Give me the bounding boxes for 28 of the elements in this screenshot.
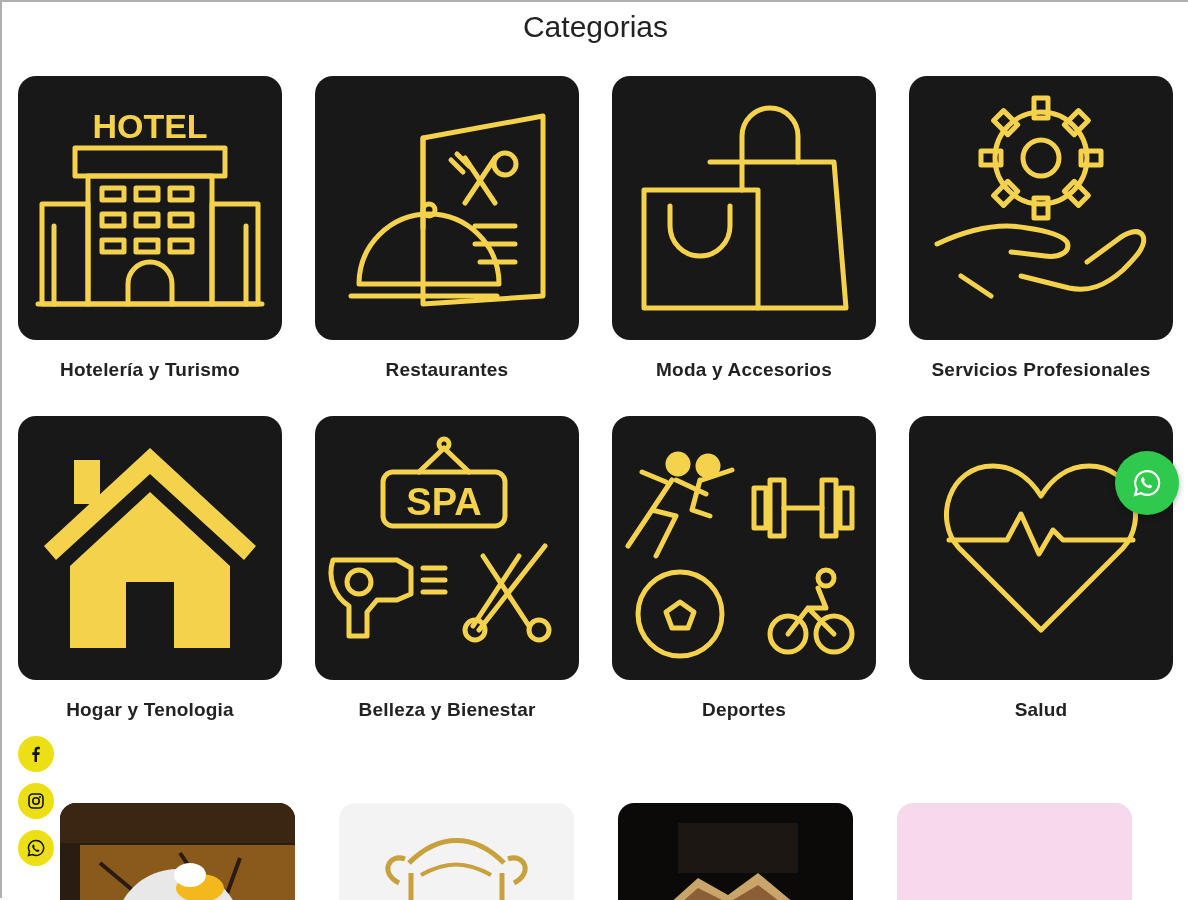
category-card[interactable] xyxy=(18,416,282,680)
category-label[interactable]: Servicios Profesionales xyxy=(931,359,1151,381)
shopping-bags-icon xyxy=(641,105,849,311)
category-card[interactable] xyxy=(612,416,876,680)
category-label[interactable]: Deportes xyxy=(702,699,786,721)
category-card[interactable] xyxy=(315,76,579,340)
house-icon xyxy=(44,448,256,648)
facebook-button[interactable] xyxy=(18,736,54,772)
category-card[interactable]: HOTEL xyxy=(18,76,282,340)
section-title: Categorias xyxy=(521,9,670,45)
instagram-icon xyxy=(26,791,46,811)
gear-hand-icon xyxy=(934,95,1147,299)
whatsapp-button[interactable] xyxy=(18,830,54,866)
category-card[interactable]: SPA xyxy=(315,416,579,680)
category-card[interactable] xyxy=(909,76,1173,340)
category-card[interactable] xyxy=(612,76,876,340)
category-label[interactable]: Belleza y Bienestar xyxy=(358,699,536,721)
category-card[interactable] xyxy=(909,416,1173,680)
category-label[interactable]: Hogar y Tenologia xyxy=(66,699,234,721)
spa-drawing: SPA xyxy=(328,436,552,643)
instagram-button[interactable] xyxy=(18,783,54,819)
whatsapp-icon xyxy=(26,838,46,858)
category-label[interactable]: Moda y Accesorios xyxy=(656,359,832,381)
category-label[interactable]: Hotelería y Turismo xyxy=(60,359,240,381)
category-label[interactable]: Salud xyxy=(1014,699,1068,721)
category-label[interactable]: Restaurantes xyxy=(385,359,509,381)
menu-cloche-icon xyxy=(348,113,546,307)
heart-pulse-icon xyxy=(944,463,1138,633)
